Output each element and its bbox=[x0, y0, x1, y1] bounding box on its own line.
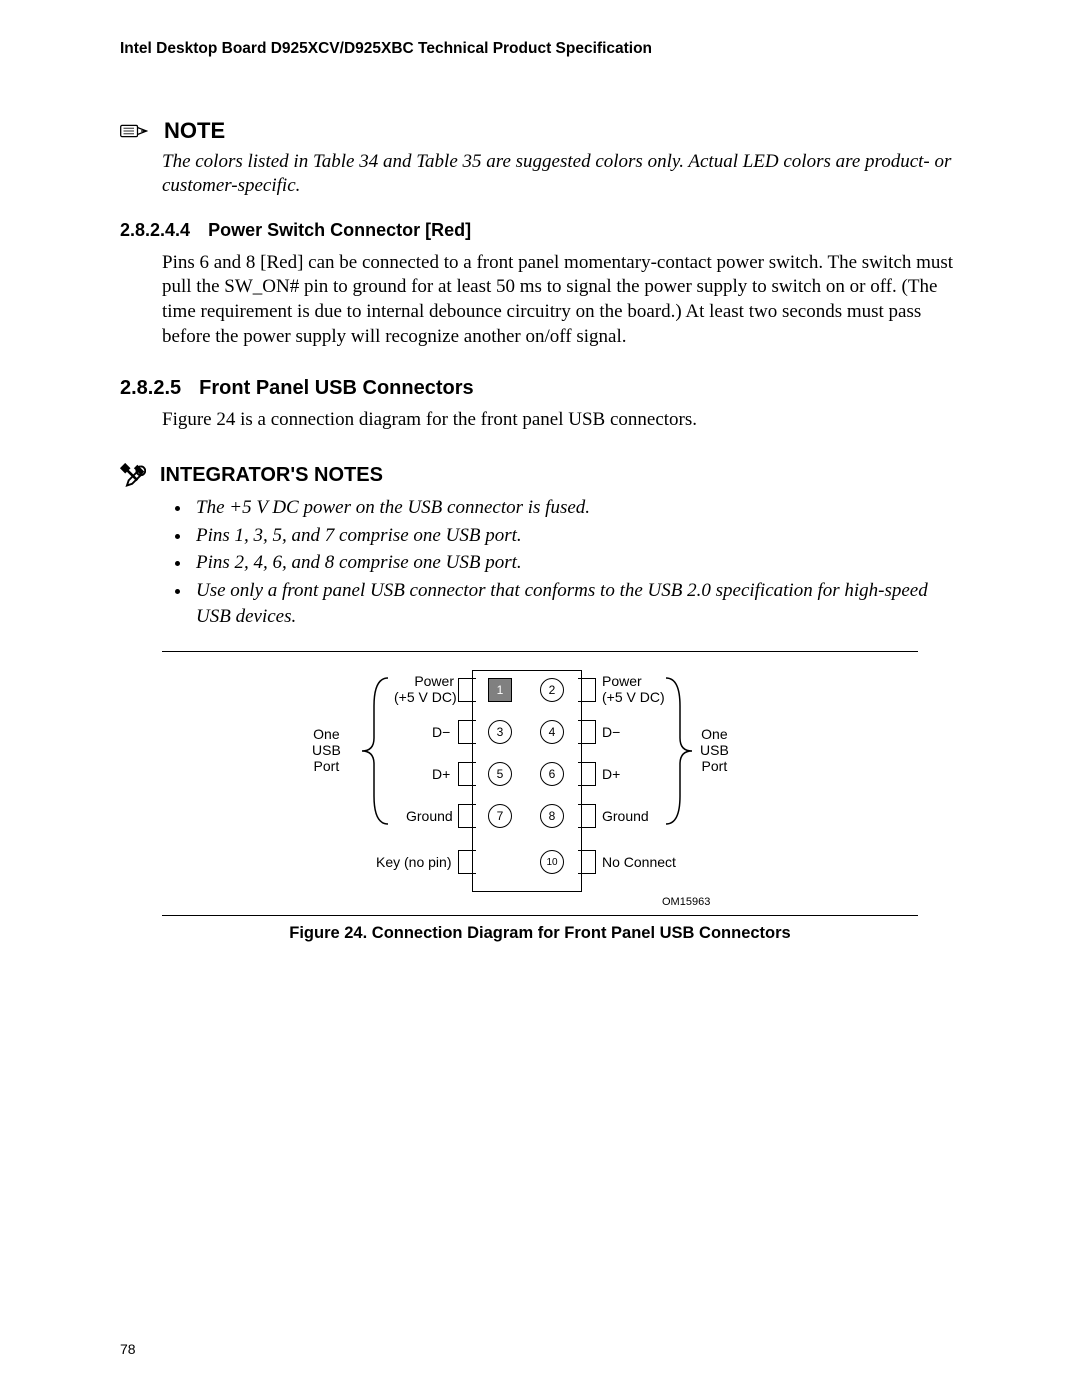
integrator-bullets: The +5 V DC power on the USB connector i… bbox=[192, 495, 960, 629]
pad bbox=[458, 678, 476, 702]
pin-label: Ground bbox=[406, 808, 453, 824]
usb-connector-diagram: Power(+5 V DC) 1 2 Power(+5 V DC) D− 3 4… bbox=[162, 664, 922, 909]
pad bbox=[458, 850, 476, 874]
note-body: The colors listed in Table 34 and Table … bbox=[162, 150, 960, 198]
pad bbox=[458, 804, 476, 828]
page-header: Intel Desktop Board D925XCV/D925XBC Tech… bbox=[120, 40, 960, 58]
pad bbox=[458, 720, 476, 744]
pin-label: Power(+5 V DC) bbox=[602, 674, 665, 705]
heading-2-8-2-4-4: 2.8.2.4.4Power Switch Connector [Red] bbox=[120, 220, 960, 241]
page-number: 78 bbox=[120, 1341, 136, 1357]
pad bbox=[578, 678, 596, 702]
pad bbox=[578, 804, 596, 828]
pin-6: 6 bbox=[540, 762, 564, 786]
note-icon bbox=[120, 121, 148, 141]
brace-label-right: OneUSBPort bbox=[700, 726, 729, 774]
pin-10: 10 bbox=[540, 850, 564, 874]
pin-label: D+ bbox=[602, 766, 620, 782]
brace-left-icon bbox=[360, 676, 390, 826]
pin-7: 7 bbox=[488, 804, 512, 828]
body-2-8-2-5: Figure 24 is a connection diagram for th… bbox=[162, 408, 960, 433]
list-item: The +5 V DC power on the USB connector i… bbox=[192, 495, 960, 521]
brace-right-icon bbox=[664, 676, 694, 826]
list-item: Pins 1, 3, 5, and 7 comprise one USB por… bbox=[192, 523, 960, 549]
heading-2-8-2-5: 2.8.2.5Front Panel USB Connectors bbox=[120, 377, 960, 400]
body-2-8-2-4-4: Pins 6 and 8 [Red] can be connected to a… bbox=[162, 251, 960, 350]
note-heading: NOTE bbox=[164, 118, 225, 144]
pad bbox=[578, 762, 596, 786]
pin-1: 1 bbox=[488, 678, 512, 702]
pad bbox=[578, 720, 596, 744]
figure-24: Power(+5 V DC) 1 2 Power(+5 V DC) D− 3 4… bbox=[162, 651, 918, 916]
pin-label: D+ bbox=[432, 766, 450, 782]
brace-label-left: OneUSBPort bbox=[312, 726, 341, 774]
pin-2: 2 bbox=[540, 678, 564, 702]
pad bbox=[578, 850, 596, 874]
integrator-heading: INTEGRATOR'S NOTES bbox=[160, 464, 383, 487]
list-item: Pins 2, 4, 6, and 8 comprise one USB por… bbox=[192, 550, 960, 576]
list-item: Use only a front panel USB connector tha… bbox=[192, 578, 960, 629]
diagram-id: OM15963 bbox=[662, 896, 710, 908]
pin-8: 8 bbox=[540, 804, 564, 828]
pin-label: Key (no pin) bbox=[376, 854, 451, 870]
pin-label: Ground bbox=[602, 808, 649, 824]
pin-5: 5 bbox=[488, 762, 512, 786]
pin-4: 4 bbox=[540, 720, 564, 744]
tools-icon bbox=[120, 463, 146, 489]
pad bbox=[458, 762, 476, 786]
pin-label: D− bbox=[602, 724, 620, 740]
figure-caption: Figure 24. Connection Diagram for Front … bbox=[120, 924, 960, 943]
connector-outline bbox=[472, 670, 582, 892]
pin-3: 3 bbox=[488, 720, 512, 744]
pin-label: No Connect bbox=[602, 854, 676, 870]
pin-label: D− bbox=[432, 724, 450, 740]
pin-label: Power(+5 V DC) bbox=[394, 674, 454, 705]
